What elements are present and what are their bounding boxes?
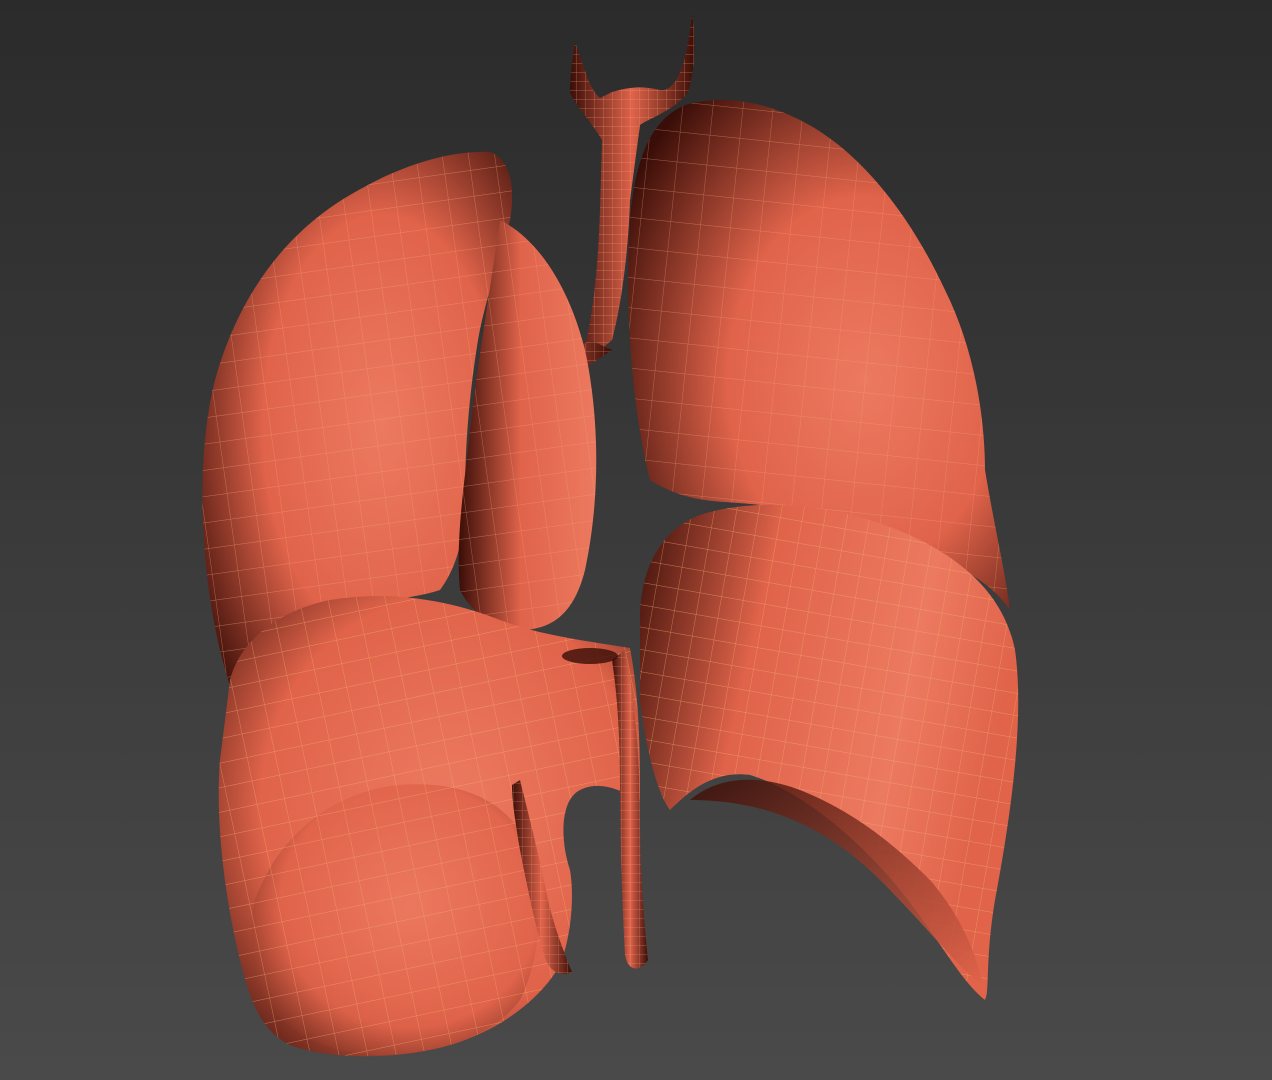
3d-viewport[interactable] (0, 0, 1272, 1080)
liver-opening (562, 648, 618, 664)
organ-model-render (0, 0, 1272, 1080)
